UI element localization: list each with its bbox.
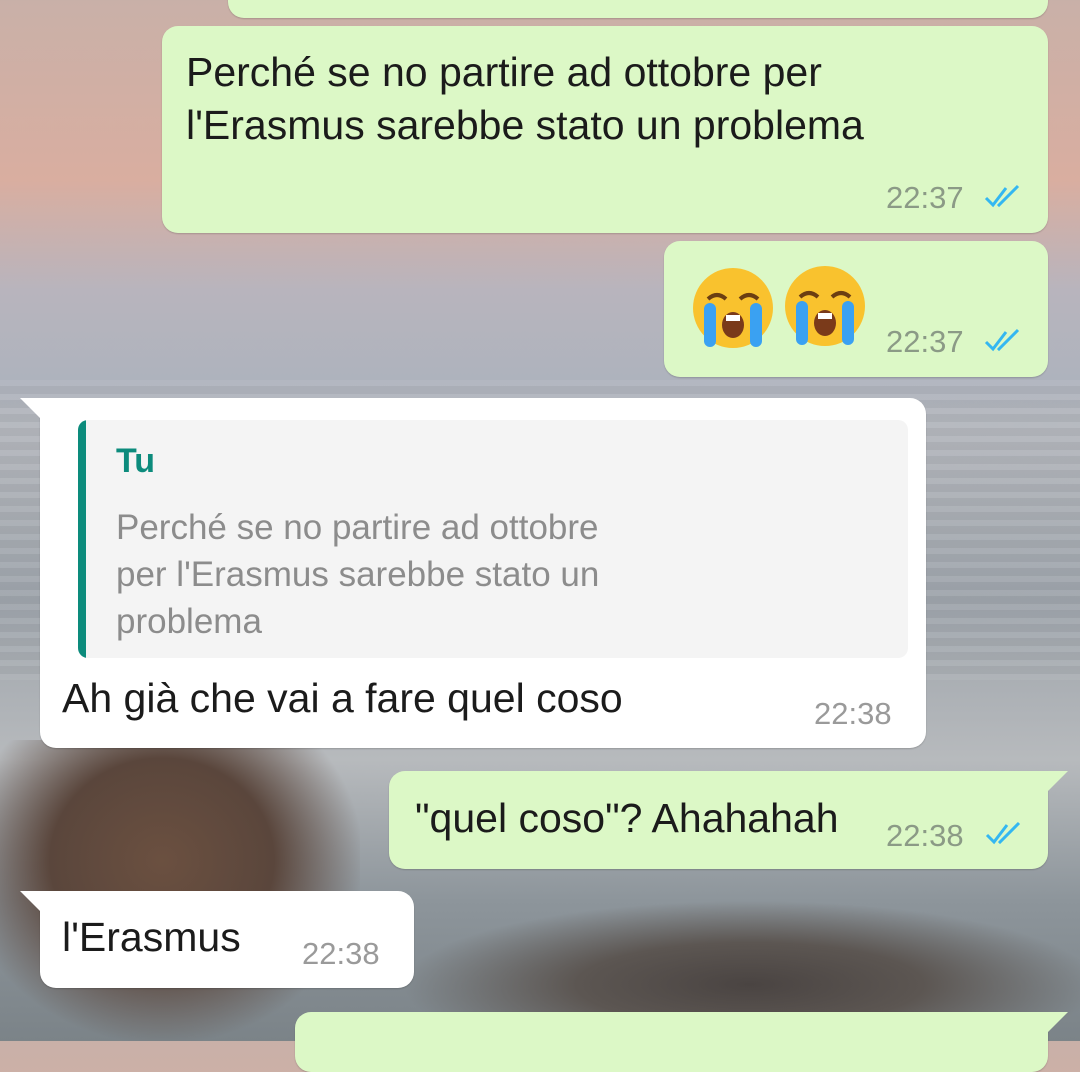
message-bubble-outgoing[interactable]: Perché se no partire ad ottobre per l'Er…	[162, 26, 1048, 233]
message-time: 22:37	[886, 324, 964, 359]
read-receipt-icon	[984, 184, 1020, 208]
read-receipt-icon	[985, 821, 1021, 845]
message-text: Perché se no partire ad ottobre per l'Er…	[186, 49, 864, 148]
message-time: 22:38	[886, 818, 964, 853]
quote-accent-bar	[78, 420, 86, 658]
message-bubble-partial-bottom[interactable]	[295, 1012, 1068, 1072]
message-time: 22:38	[302, 936, 380, 971]
message-bubble-incoming[interactable]: l'Erasmus 22:38	[20, 891, 414, 988]
message-text: l'Erasmus	[62, 914, 241, 960]
message-text: Ah già che vai a fare quel coso	[62, 675, 623, 721]
message-bubble-outgoing[interactable]: "quel coso"? Ahahahah 22:38	[389, 771, 1068, 869]
message-bubble-partial-top[interactable]	[228, 0, 1048, 18]
read-receipt-icon	[984, 328, 1020, 352]
message-time: 22:38	[814, 696, 892, 731]
quoted-message[interactable]: Tu Perché se no partire ad ottobre per l…	[78, 420, 908, 658]
quoted-text: Perché se no partire ad ottobre per l'Er…	[116, 508, 600, 641]
quoted-author: Tu	[116, 442, 156, 480]
message-bubble-incoming[interactable]: Tu Perché se no partire ad ottobre per l…	[20, 398, 926, 748]
loudly-crying-face-icon	[785, 266, 865, 346]
message-time: 22:37	[886, 180, 964, 215]
message-bubble-outgoing[interactable]: 22:37	[664, 241, 1048, 377]
loudly-crying-face-icon	[693, 268, 773, 348]
message-text: "quel coso"? Ahahahah	[415, 795, 839, 841]
